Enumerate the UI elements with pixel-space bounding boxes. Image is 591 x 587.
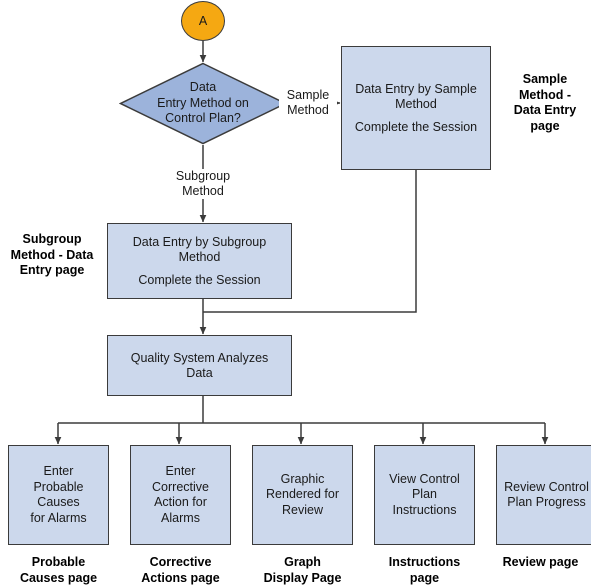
process-enter-probable-causes: Enter Probable Causes for Alarms [8, 445, 109, 545]
process-outcome-1-label: Enter Corrective Action for Alarms [152, 464, 209, 526]
process-subgroup-line-2: Method [178, 249, 221, 264]
annotation-sample-line-1: Sample [522, 72, 568, 86]
process-outcome-0-line-1: Probable [33, 479, 84, 494]
process-outcome-2-label: Graphic Rendered for Review [266, 472, 339, 519]
process-outcome-0-label: Enter Probable Causes for Alarms [30, 464, 86, 526]
edge-label-subgroup-line-1: Subgroup [175, 169, 231, 183]
process-outcome-4-line-0: Review Control [504, 479, 589, 494]
edge-label-sample-line-2: Method [287, 103, 329, 117]
process-analyze-line-2: Data [186, 365, 213, 380]
process-outcome-3-label: View Control Plan Instructions [389, 472, 460, 519]
process-quality-system-analyzes-data: Quality System Analyzes Data [107, 335, 292, 396]
process-subgroup-gap [133, 265, 266, 273]
annotation-subgroup-line-2: Method - Data [10, 247, 94, 262]
process-sample-gap [355, 112, 477, 120]
process-outcome-1-line-2: Action for [154, 495, 207, 509]
process-outcome-1-line-0: Enter [165, 464, 196, 478]
decision-label: Data Entry Method on Control Plan? [119, 62, 287, 145]
process-outcome-2-line-0: Graphic [280, 471, 325, 486]
process-outcome-4-label: Review Control Plan Progress [504, 480, 589, 511]
annotation-sample-line-2: Method - [518, 87, 572, 102]
process-outcome-1-line-1: Corrective [152, 479, 209, 494]
caption-0-line-1: Causes page [19, 570, 98, 585]
caption-2-line-1: Display Page [263, 570, 342, 585]
caption-instructions-page: Instructions page [374, 555, 475, 586]
process-graphic-rendered-for-review: Graphic Rendered for Review [252, 445, 353, 545]
process-outcome-0-line-0: Enter [43, 464, 74, 478]
process-sample-line-2: Method [395, 96, 437, 111]
process-data-entry-sample-method: Data Entry by Sample Method Complete the… [341, 46, 491, 170]
annotation-sample-line-4: page [530, 118, 560, 133]
process-data-entry-subgroup-method: Data Entry by Subgroup Method Complete t… [107, 223, 292, 299]
caption-probable-causes-page: Probable Causes page [8, 555, 109, 586]
process-outcome-4-line-1: Plan Progress [507, 495, 586, 509]
caption-3-line-0: Instructions [388, 555, 461, 569]
annotation-subgroup-line-3: Entry page [19, 263, 85, 277]
caption-graph-display-page: Graph Display Page [252, 555, 353, 586]
edge-label-sample-line-1: Sample [286, 88, 330, 102]
process-subgroup-line-3: Complete the Session [138, 272, 261, 287]
process-sample-line-1: Data Entry by Sample [355, 81, 477, 96]
process-outcome-0-line-3: for Alarms [30, 510, 87, 525]
caption-4-line-0: Review page [502, 555, 579, 569]
flowchart-canvas: A Data Entry Method on Control Plan? Sam… [0, 0, 591, 587]
process-outcome-0-line-2: Causes [37, 495, 80, 509]
decision-data-entry-method: Data Entry Method on Control Plan? [119, 62, 287, 145]
process-outcome-3-line-1: Plan [411, 487, 437, 502]
process-subgroup-label: Data Entry by Subgroup Method Complete t… [133, 235, 266, 288]
annotation-sample-line-3: Data Entry [513, 103, 577, 117]
decision-line-3: Control Plan? [165, 111, 241, 126]
caption-1-line-0: Corrective [149, 555, 212, 569]
caption-0-line-0: Probable [31, 555, 86, 569]
process-outcome-1-line-3: Alarms [161, 510, 200, 525]
process-view-control-plan-instructions: View Control Plan Instructions [374, 445, 475, 545]
process-outcome-3-line-0: View Control [389, 471, 460, 486]
caption-1-line-1: Actions page [141, 570, 220, 585]
process-outcome-2-line-2: Review [282, 502, 323, 517]
annotation-subgroup-line-1: Subgroup [22, 232, 82, 246]
decision-line-1: Data [189, 80, 217, 95]
process-subgroup-line-1: Data Entry by Subgroup [132, 234, 267, 249]
edge-label-subgroup-method: Subgroup Method [155, 169, 251, 199]
process-sample-line-3: Complete the Session [354, 119, 478, 134]
caption-corrective-actions-page: Corrective Actions page [130, 555, 231, 586]
edge-label-sample-method: Sample Method [279, 88, 337, 118]
caption-3-line-1: page [409, 570, 440, 585]
process-outcome-2-line-1: Rendered for [266, 487, 339, 502]
process-enter-corrective-action: Enter Corrective Action for Alarms [130, 445, 231, 545]
decision-line-2: Entry Method on [157, 95, 249, 110]
start-connector-label: A [198, 14, 208, 28]
process-analyze-line-1: Quality System Analyzes [130, 350, 269, 365]
annotation-sample-method-page: Sample Method - Data Entry page [501, 72, 589, 134]
edge-label-subgroup-line-2: Method [182, 184, 224, 198]
process-sample-label: Data Entry by Sample Method Complete the… [355, 82, 477, 135]
start-connector-a: A [181, 1, 225, 41]
process-analyze-label: Quality System Analyzes Data [131, 351, 269, 381]
process-outcome-3-line-2: Instructions [392, 502, 457, 517]
caption-2-line-0: Graph [284, 555, 321, 569]
process-review-control-plan-progress: Review Control Plan Progress [496, 445, 591, 545]
caption-review-page: Review page [490, 555, 591, 571]
annotation-subgroup-method-page: Subgroup Method - Data Entry page [2, 232, 102, 279]
